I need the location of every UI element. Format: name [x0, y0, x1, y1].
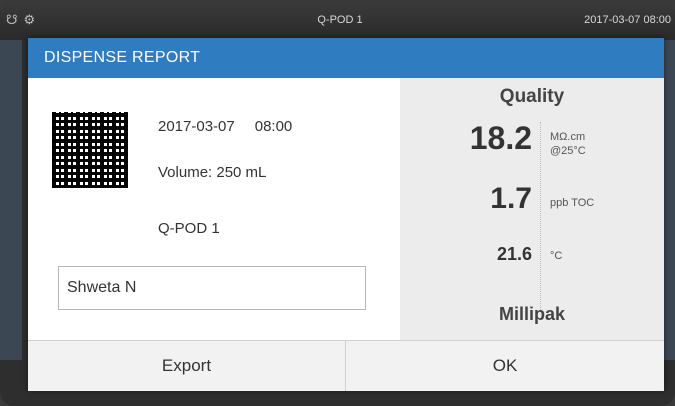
resistivity-unit: MΩ.cm @25°C — [550, 130, 586, 158]
quality-panel: Quality 18.2 MΩ.cm @25°C 1.7 ppb TOC 21.… — [400, 78, 664, 340]
temperature-value: 21.6 — [496, 244, 532, 264]
dispense-report-dialog: DISPENSE REPORT 2017-03-07 08:00 Volume: … — [28, 38, 664, 391]
report-volume: Volume: 250 mL — [158, 164, 267, 181]
report-device: Q-POD 1 — [158, 220, 220, 237]
status-bar: ☋ ⚙ Q-POD 1 2017-03-07 08:00 — [0, 0, 675, 40]
status-datetime: 2017-03-07 08:00 — [584, 14, 671, 26]
resistivity-value: 18.2 — [469, 120, 532, 156]
report-details-panel: 2017-03-07 08:00 Volume: 250 mL Q-POD 1 — [28, 78, 400, 340]
device-screen: ☋ ⚙ Q-POD 1 2017-03-07 08:00 DISPENSE RE… — [0, 0, 675, 406]
report-time: 08:00 — [254, 118, 293, 135]
toc-unit: ppb TOC — [550, 197, 595, 209]
background-strip-left — [0, 40, 22, 360]
toc-value: 1.7 — [490, 182, 532, 215]
network-icon: ☋ — [6, 12, 18, 27]
cartridge-name: Millipak — [498, 304, 565, 324]
status-icons: ☋ ⚙ — [6, 12, 35, 28]
quality-title: Quality — [499, 86, 565, 107]
status-device-name: Q-POD 1 — [317, 14, 363, 26]
qr-code-icon — [52, 112, 128, 188]
ok-button[interactable]: OK — [346, 341, 664, 391]
dialog-title: DISPENSE REPORT — [28, 38, 664, 78]
temperature-unit: °C — [550, 250, 563, 262]
quality-divider — [540, 122, 541, 312]
report-date: 2017-03-07 — [158, 118, 235, 135]
dialog-footer: Export OK — [28, 340, 664, 391]
resistivity-unit-line2: @25°C — [550, 145, 586, 157]
export-button[interactable]: Export — [28, 341, 346, 391]
report-datetime: 2017-03-07 08:00 — [158, 118, 292, 135]
resistivity-unit-line1: MΩ.cm — [550, 131, 586, 143]
usb-icon: ⚙ — [23, 12, 36, 27]
user-name-input[interactable] — [58, 266, 366, 310]
